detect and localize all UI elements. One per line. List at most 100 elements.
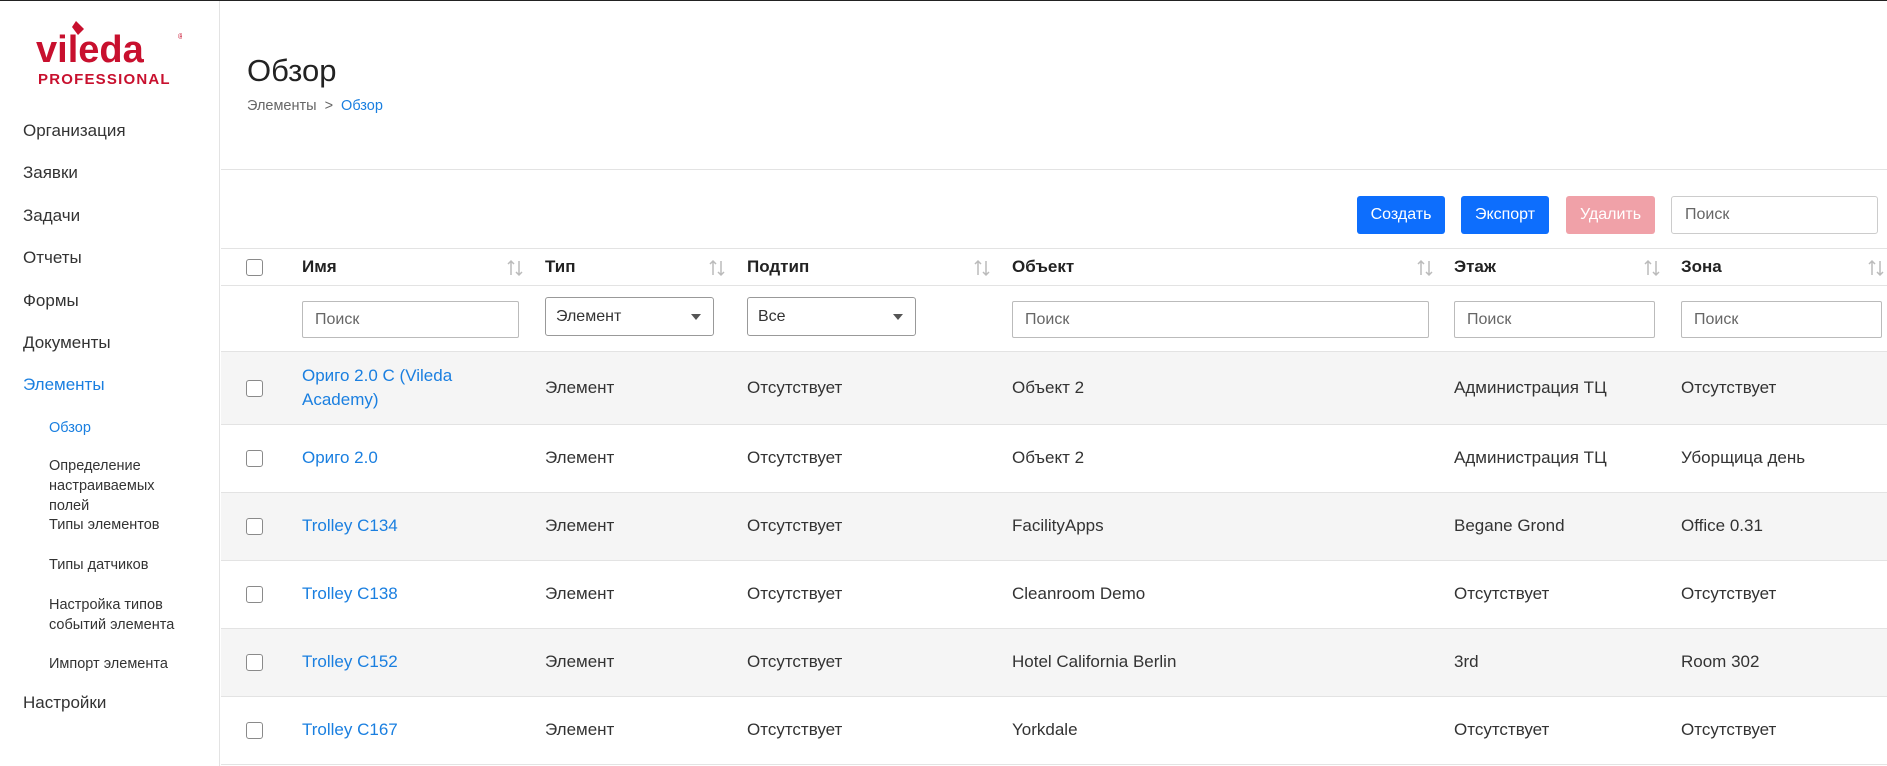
column-header-zone[interactable]: Зона bbox=[1681, 249, 1722, 287]
name-filter-input[interactable] bbox=[302, 301, 519, 338]
cell-subtype: Отсутствует bbox=[747, 448, 843, 467]
element-name-link[interactable]: Trolley C152 bbox=[302, 650, 398, 674]
sort-icon[interactable] bbox=[507, 259, 523, 277]
cell-floor: Отсутствует bbox=[1454, 720, 1550, 739]
filter-row: Элемент Все bbox=[221, 286, 1887, 352]
table-row[interactable]: Trolley C167 Элемент Отсутствует Yorkdal… bbox=[221, 697, 1887, 765]
cell-type: Элемент bbox=[545, 652, 615, 671]
subnav-item-event-types[interactable]: Настройка типов событий элемента bbox=[0, 595, 200, 635]
subnav-item-event-types-label: Настройка типов событий элемента bbox=[49, 597, 175, 633]
element-name-link[interactable]: Ориго 2.0 C (Vileda Academy) bbox=[302, 364, 522, 412]
row-checkbox[interactable] bbox=[246, 380, 263, 397]
table-row[interactable]: Trolley C138 Элемент Отсутствует Cleanro… bbox=[221, 561, 1887, 629]
row-checkbox[interactable] bbox=[246, 586, 263, 603]
cell-type: Элемент bbox=[545, 448, 615, 467]
sidebar-item-elements[interactable]: Элементы bbox=[0, 373, 220, 415]
chevron-down-icon bbox=[691, 314, 701, 320]
element-name-link[interactable]: Trolley C138 bbox=[302, 582, 398, 606]
column-header-subtype[interactable]: Подтип bbox=[747, 249, 809, 287]
svg-text:®: ® bbox=[178, 32, 182, 41]
floor-filter-input[interactable] bbox=[1454, 301, 1655, 338]
sidebar-item-tasks[interactable]: Задачи bbox=[0, 204, 220, 246]
page-header: Обзор Элементы > Обзор bbox=[221, 1, 1887, 170]
cell-floor: Begane Grond bbox=[1454, 516, 1565, 535]
column-header-type[interactable]: Тип bbox=[545, 249, 575, 287]
logo-text: vileda bbox=[36, 29, 145, 71]
cell-floor: Администрация ТЦ bbox=[1454, 378, 1607, 397]
row-checkbox[interactable] bbox=[246, 722, 263, 739]
cell-object: Yorkdale bbox=[1012, 720, 1078, 739]
cell-subtype: Отсутствует bbox=[747, 516, 843, 535]
sort-icon[interactable] bbox=[709, 259, 725, 277]
sidebar-item-requests[interactable]: Заявки bbox=[0, 161, 220, 203]
sort-icon[interactable] bbox=[1644, 259, 1660, 277]
subnav-item-import[interactable]: Импорт элемента bbox=[0, 654, 220, 674]
cell-subtype: Отсутствует bbox=[747, 584, 843, 603]
element-name-link[interactable]: Trolley C167 bbox=[302, 718, 398, 742]
cell-zone: Отсутствует bbox=[1681, 378, 1777, 397]
sidebar-item-organization[interactable]: Организация bbox=[0, 119, 220, 161]
table-row[interactable]: Ориго 2.0 C (Vileda Academy) Элемент Отс… bbox=[221, 352, 1887, 425]
vileda-logo[interactable]: vileda ® PROFESSIONAL bbox=[36, 19, 182, 89]
cell-subtype: Отсутствует bbox=[747, 378, 843, 397]
cell-zone: Отсутствует bbox=[1681, 720, 1777, 739]
sidebar-item-forms[interactable]: Формы bbox=[0, 289, 220, 331]
row-checkbox[interactable] bbox=[246, 518, 263, 535]
main-nav: Организация Заявки Задачи Отчеты Формы Д… bbox=[0, 119, 220, 416]
cell-zone: Уборщица день bbox=[1681, 448, 1806, 467]
cell-subtype: Отсутствует bbox=[747, 652, 843, 671]
subnav-item-custom-fields-label: Определение настраиваемых полей bbox=[49, 458, 155, 514]
cell-object: Объект 2 bbox=[1012, 378, 1085, 397]
row-checkbox[interactable] bbox=[246, 654, 263, 671]
cell-object: FacilityApps bbox=[1012, 516, 1104, 535]
chevron-down-icon bbox=[893, 314, 903, 320]
cell-type: Элемент bbox=[545, 516, 615, 535]
column-header-name[interactable]: Имя bbox=[302, 249, 337, 287]
cell-object: Hotel California Berlin bbox=[1012, 652, 1177, 671]
breadcrumb-parent[interactable]: Элементы bbox=[247, 98, 317, 114]
cell-zone: Отсутствует bbox=[1681, 584, 1777, 603]
column-header-floor[interactable]: Этаж bbox=[1454, 249, 1496, 287]
cell-floor: 3rd bbox=[1454, 652, 1479, 671]
cell-subtype: Отсутствует bbox=[747, 720, 843, 739]
type-filter-select[interactable]: Элемент bbox=[545, 297, 714, 336]
breadcrumb-current[interactable]: Обзор bbox=[341, 98, 383, 114]
table-row[interactable]: Trolley C134 Элемент Отсутствует Facilit… bbox=[221, 493, 1887, 561]
cell-floor: Отсутствует bbox=[1454, 584, 1550, 603]
logo-subtext: PROFESSIONAL bbox=[38, 71, 171, 88]
object-filter-input[interactable] bbox=[1012, 301, 1429, 338]
cell-type: Элемент bbox=[545, 378, 615, 397]
column-header-object[interactable]: Объект bbox=[1012, 249, 1074, 287]
breadcrumb-separator: > bbox=[324, 98, 334, 114]
sidebar: vileda ® PROFESSIONAL Организация Заявки… bbox=[0, 1, 220, 766]
page-title: Обзор bbox=[247, 53, 337, 88]
table-row[interactable]: Trolley C152 Элемент Отсутствует Hotel C… bbox=[221, 629, 1887, 697]
element-name-link[interactable]: Ориго 2.0 bbox=[302, 446, 378, 470]
subtype-filter-select[interactable]: Все bbox=[747, 297, 916, 336]
export-button[interactable]: Экспорт bbox=[1461, 196, 1549, 234]
subnav-item-element-types[interactable]: Типы элементов bbox=[0, 515, 220, 535]
search-input[interactable] bbox=[1671, 196, 1878, 234]
type-filter-value: Элемент bbox=[556, 308, 622, 325]
sidebar-item-settings[interactable]: Настройки bbox=[23, 693, 106, 713]
subtype-filter-value: Все bbox=[758, 308, 786, 325]
sidebar-item-documents[interactable]: Документы bbox=[0, 331, 220, 373]
zone-filter-input[interactable] bbox=[1681, 301, 1882, 338]
cell-zone: Room 302 bbox=[1681, 652, 1760, 671]
sort-icon[interactable] bbox=[1417, 259, 1433, 277]
subnav-item-custom-fields[interactable]: Определение настраиваемых полей bbox=[0, 456, 170, 516]
sidebar-item-reports[interactable]: Отчеты bbox=[0, 246, 220, 288]
table-header: Имя Тип Подтип Объект Этаж Зона bbox=[221, 248, 1887, 286]
select-all-checkbox[interactable] bbox=[246, 259, 263, 276]
cell-floor: Администрация ТЦ bbox=[1454, 448, 1607, 467]
create-button[interactable]: Создать bbox=[1357, 196, 1445, 234]
sort-icon[interactable] bbox=[1868, 259, 1884, 277]
table-row[interactable]: Ориго 2.0 Элемент Отсутствует Объект 2 А… bbox=[221, 425, 1887, 493]
subnav-item-overview[interactable]: Обзор bbox=[0, 418, 220, 438]
row-checkbox[interactable] bbox=[246, 450, 263, 467]
element-name-link[interactable]: Trolley C134 bbox=[302, 514, 398, 538]
subnav-item-sensor-types[interactable]: Типы датчиков bbox=[0, 555, 220, 575]
cell-object: Cleanroom Demo bbox=[1012, 584, 1146, 603]
delete-button[interactable]: Удалить bbox=[1566, 196, 1655, 234]
sort-icon[interactable] bbox=[974, 259, 990, 277]
